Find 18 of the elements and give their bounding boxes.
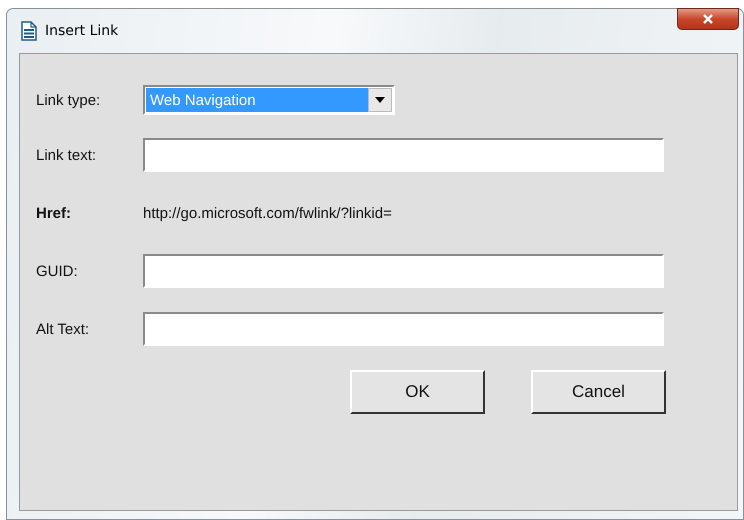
field-label: Href:: [36, 204, 72, 222]
input-field[interactable]: [143, 138, 664, 172]
field-label: Alt Text:: [36, 320, 90, 338]
dialog-button[interactable]: Cancel: [531, 370, 666, 414]
window-title: Insert Link: [45, 23, 118, 39]
close-button[interactable]: [677, 8, 739, 30]
close-icon: [702, 14, 714, 24]
document-icon: [21, 21, 37, 41]
dropdown-value: Web Navigation: [146, 88, 368, 112]
input-field[interactable]: [143, 254, 664, 288]
field-label: Link type:: [36, 92, 102, 108]
dialog-button[interactable]: OK: [350, 370, 485, 414]
input-field[interactable]: [143, 312, 664, 346]
dropdown-arrow-button[interactable]: [368, 88, 392, 112]
field-label: Link text:: [36, 146, 98, 164]
href-value: http://go.microsoft.com/fwlink/?linkid=: [143, 204, 392, 222]
caret-icon: [375, 97, 385, 103]
field-label: GUID:: [36, 262, 79, 280]
